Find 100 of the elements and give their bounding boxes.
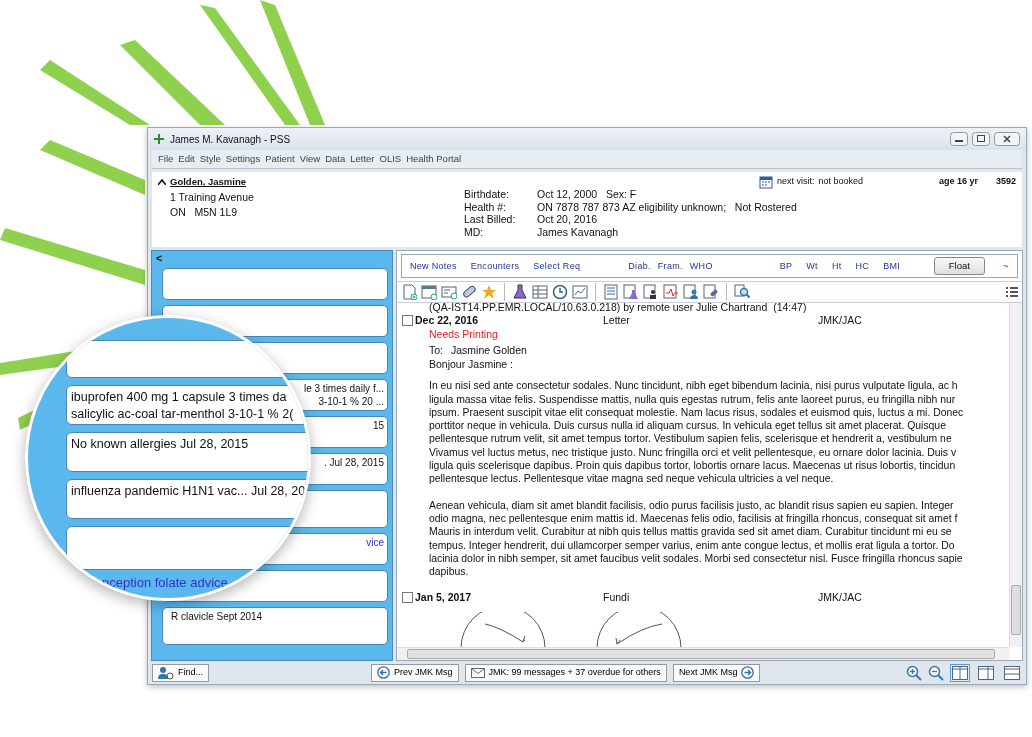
summary-text: R clavicle Sept 2014	[171, 610, 263, 624]
note-date: Jan 5, 2017	[415, 591, 473, 605]
quick-link[interactable]: WHO	[689, 259, 713, 273]
status-label: Needs Printing	[428, 327, 499, 341]
quick-link[interactable]: Encounters	[470, 259, 520, 273]
quick-link[interactable]: BMI	[883, 259, 901, 273]
person-icon[interactable]	[683, 284, 699, 301]
summary-text: le 3 times daily f...	[303, 382, 384, 396]
layout-button[interactable]	[1002, 663, 1022, 682]
note-date: Dec 22, 2016	[415, 314, 480, 327]
search-icon[interactable]	[734, 284, 750, 301]
menu-item[interactable]: Data	[325, 152, 346, 167]
star-icon[interactable]	[481, 284, 497, 301]
menu-item[interactable]: Edit	[178, 152, 195, 167]
arrow-left-icon	[377, 666, 390, 679]
calendar-icon	[758, 175, 773, 190]
caret-up-icon[interactable]	[158, 179, 166, 186]
summary-text: ibuprofen 400 mg 1 capsule 3 times da	[71, 389, 287, 406]
calendar-plus-icon[interactable]	[421, 284, 437, 301]
to-label: To:	[429, 343, 443, 357]
quick-link[interactable]: Fram.	[657, 259, 683, 273]
menu-item[interactable]: Health Portal	[406, 152, 462, 167]
note-checkbox[interactable]	[402, 314, 413, 326]
person-document-icon[interactable]	[643, 284, 659, 301]
note-type: Letter	[603, 314, 631, 327]
summary-text: No known allergies Jul 28, 2015	[71, 436, 249, 453]
envelope-icon	[470, 667, 485, 678]
greeting-text: Bonjour Jasmine :	[428, 358, 515, 372]
flask-document-icon[interactable]	[623, 284, 639, 301]
note-author: JMK/JAC	[818, 591, 862, 605]
next-visit-label: next visit:	[776, 175, 815, 189]
collapse-arrow[interactable]: <	[156, 253, 388, 264]
menu-item[interactable]: File	[158, 152, 174, 167]
next-visit-value: not booked	[818, 175, 863, 189]
zoom-in-icon[interactable]	[906, 664, 922, 681]
menu-item[interactable]: Letter	[350, 152, 375, 167]
menu-item[interactable]: Settings	[225, 152, 261, 167]
field-label: Birthdate:	[464, 188, 510, 201]
next-message-button[interactable]: Next JMK Msg	[672, 663, 761, 682]
summary-text: 15	[372, 419, 384, 433]
field-value: James Kavanagh	[537, 226, 620, 239]
chart-number: 3592	[995, 175, 1016, 189]
flask-icon[interactable]	[512, 284, 528, 301]
heartbeat-document-icon[interactable]	[663, 284, 679, 301]
address-line: 1 Training Avenue	[169, 189, 254, 205]
trend-symbol[interactable]: ~	[1002, 258, 1009, 274]
field-label: MD:	[464, 226, 485, 239]
note-type: Fundi	[603, 591, 631, 605]
layout-button[interactable]	[976, 663, 996, 682]
menu-item[interactable]: OLIS	[379, 152, 402, 167]
quick-link[interactable]: Ht	[831, 259, 842, 273]
summary-text: influenza pandemic H1N1 vac... Jul 28, 20	[71, 483, 306, 500]
list-icon[interactable]	[1006, 287, 1018, 298]
layout-button[interactable]	[950, 663, 970, 682]
quick-link[interactable]: New Notes	[410, 259, 457, 273]
horizontal-scrollbar[interactable]	[397, 647, 1009, 660]
menu-item[interactable]: Style	[199, 152, 221, 167]
note-text: (QA-IST14.PP.EMR.LOCAL/10.63.0.218) by remote user Julie Chartrand (14:47)	[428, 303, 808, 315]
letter-paragraph: Aenean vehicula, diam sit amet blandit facilisis, odio purus facilisis justo, ac blandit risus sapien eu sapien. Integer odio magna, nec pellentesque enim mattis id. Maecenas felis odio, facilisis at fringilla rhoncus, consequat sit amet f Mauris in interdum velit. Curabitur at nibh quis tellus mattis gravida sed sit amet diam. Curabitur tincidunt mi eu se tempus. Integer hendrerit, dui ullamcorper semper varius, enim ante congue lectus, et mollis erat ligula a tortor. Do lacinia dolor in nibh semper, sit amet faucibus velit sodales. Morbi sed consectetur nisl. Fusce fringilla rhoncus sapie dapibus.	[429, 498, 964, 579]
zoom-out-icon[interactable]	[928, 664, 944, 681]
people-search-icon	[158, 665, 174, 680]
close-icon[interactable]	[994, 132, 1020, 146]
pill-document-icon[interactable]	[703, 284, 719, 301]
previous-message-button[interactable]: Prev JMK Msg	[371, 663, 459, 682]
card-plus-icon[interactable]	[441, 284, 457, 301]
quick-link[interactable]: Diab.	[628, 259, 651, 273]
field-value: Oct 12, 2000 Sex: F	[537, 188, 638, 201]
quick-link[interactable]: Wt	[806, 259, 818, 273]
field-label: Last Billed:	[464, 213, 517, 227]
summary-link[interactable]: nception folate advice	[66, 575, 228, 590]
letter-paragraph: In eu nisi sed ante consectetur sodales. Nunc tincidunt, nibh eget bibendum lacinia, nisi purus vulputate ligula, ac h ligula massa vitae felis. Suspendisse mattis, nulla quis egestas rutrum, felis ante laoreet purus, eu fringilla nibh nur ipsum. Praesent suscipit vitae elit consequat molestie. Nam lacus risus, sodales et euismod quis, luctus a mi. Donec porttitor neque in vehicula. Duis cursus nulla id aliquam cursus. In vehicula eget tellus sit amet placerat. Quisque pellentesque rutrum velit, sit amet tempus tortor. Vestibulum sapien felis, scelerisque et hendrerit a, vestibulum ne Vivamus vel luctus metus, nec tristique justo. Nunc fringilla orci et velit pellentesque, eu ornare dolor lacinia. Duis v ligula quis scelerisque dapibus. Proin quis dapibus tortor, lobortis ornare lacus. Maecenas ut risus lobortis, tincidun pellentesque lectus. Pellentesque vitae magna sed neque vehicula ultricies a vel neque.	[429, 379, 965, 486]
age-label: age 16 yr	[938, 175, 978, 189]
summary-text: . Jul 28, 2015	[323, 456, 384, 470]
summary-link[interactable]: vice	[366, 536, 384, 550]
vertical-scrollbar[interactable]	[1009, 303, 1022, 647]
menu-item[interactable]: Patient	[265, 152, 295, 167]
menu-item[interactable]: View	[299, 152, 321, 167]
arrow-right-icon	[741, 666, 755, 679]
note-author: JMK/JAC	[818, 314, 862, 327]
quick-link[interactable]: HC	[855, 259, 870, 273]
window-title: James M. Kavanagh - PSS	[170, 132, 291, 147]
messages-button[interactable]: JMK: 99 messages + 37 overdue for others	[464, 663, 667, 682]
float-button[interactable]: Float	[933, 257, 985, 276]
field-value: ON 7878 787 873 AZ eligibility unknown; Not Rostered	[537, 200, 797, 214]
find-button[interactable]: Find...	[152, 663, 209, 682]
chart-icon[interactable]	[572, 284, 588, 301]
clock-icon[interactable]	[552, 284, 568, 301]
recipient-name: Jasmine Golden	[451, 343, 527, 357]
minimize-icon[interactable]	[950, 132, 968, 146]
note-checkbox[interactable]	[402, 592, 413, 604]
patient-name[interactable]: Golden, Jasmine	[170, 175, 247, 190]
quick-link[interactable]: Select Req	[533, 259, 581, 273]
field-label: Health #:	[464, 200, 508, 214]
summary-text: 3-10-1 % 20 ...	[318, 395, 384, 409]
quick-link[interactable]: BP	[779, 259, 793, 273]
document-plus-icon[interactable]	[401, 284, 417, 301]
maximize-icon[interactable]	[972, 132, 990, 146]
field-value: Oct 20, 2016	[537, 213, 599, 227]
app-icon	[154, 134, 164, 144]
address-line: ON M5N 1L9	[169, 205, 239, 221]
